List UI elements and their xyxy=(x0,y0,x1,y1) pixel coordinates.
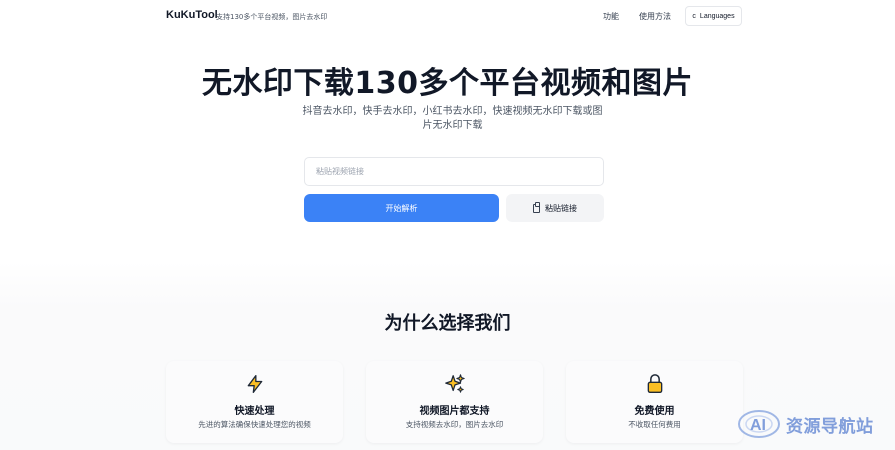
feature-card-fast: 快速处理 先进的算法确保快速处理您的视频 xyxy=(166,361,343,443)
top-nav: KuKuTool 支持130多个平台视频，图片去水印 功能 使用方法 c Lan… xyxy=(0,0,895,34)
video-url-input[interactable] xyxy=(304,157,604,186)
feature-title: 视频图片都支持 xyxy=(419,406,490,417)
paste-link-button[interactable]: 粘贴链接 xyxy=(506,194,604,222)
language-label: Languages xyxy=(699,12,735,20)
parse-button[interactable]: 开始解析 xyxy=(304,194,499,222)
ai-logo-icon: AI xyxy=(738,410,780,438)
language-button[interactable]: c Languages xyxy=(685,6,742,26)
lock-icon xyxy=(566,373,743,395)
paste-link-label: 粘贴链接 xyxy=(545,203,577,213)
clipboard-icon xyxy=(533,201,540,213)
feature-desc: 不收取任何费用 xyxy=(628,420,681,429)
lightning-icon xyxy=(166,373,343,395)
brand-tagline: 支持130多个平台视频，图片去水印 xyxy=(216,13,328,21)
feature-desc: 先进的算法确保快速处理您的视频 xyxy=(198,420,311,429)
hero-subtitle: 抖音去水印，快手去水印，小红书去水印，快速视频无水印下载或图片无水印下载 xyxy=(302,106,603,131)
feature-desc: 支持视频去水印，图片去水印 xyxy=(405,420,504,429)
brand-logo[interactable]: KuKuTool xyxy=(166,9,218,21)
hero-title: 无水印下载130多个平台视频和图片 xyxy=(201,66,694,101)
features-title: 为什么选择我们 xyxy=(384,313,511,334)
feature-card-video-image: 视频图片都支持 支持视频去水印，图片去水印 xyxy=(366,361,543,443)
feature-card-free: 免费使用 不收取任何费用 xyxy=(566,361,743,443)
feature-title: 快速处理 xyxy=(234,406,275,417)
sparkles-icon xyxy=(366,373,543,395)
nav-link-features[interactable]: 功能 xyxy=(603,11,619,22)
globe-icon: c xyxy=(692,12,696,20)
feature-title: 免费使用 xyxy=(634,406,675,417)
nav-link-usage[interactable]: 使用方法 xyxy=(639,11,671,22)
svg-text:AI: AI xyxy=(750,417,766,434)
site-watermark: AI 资源导航站 xyxy=(737,405,889,443)
watermark-text: 资源导航站 xyxy=(786,416,874,437)
